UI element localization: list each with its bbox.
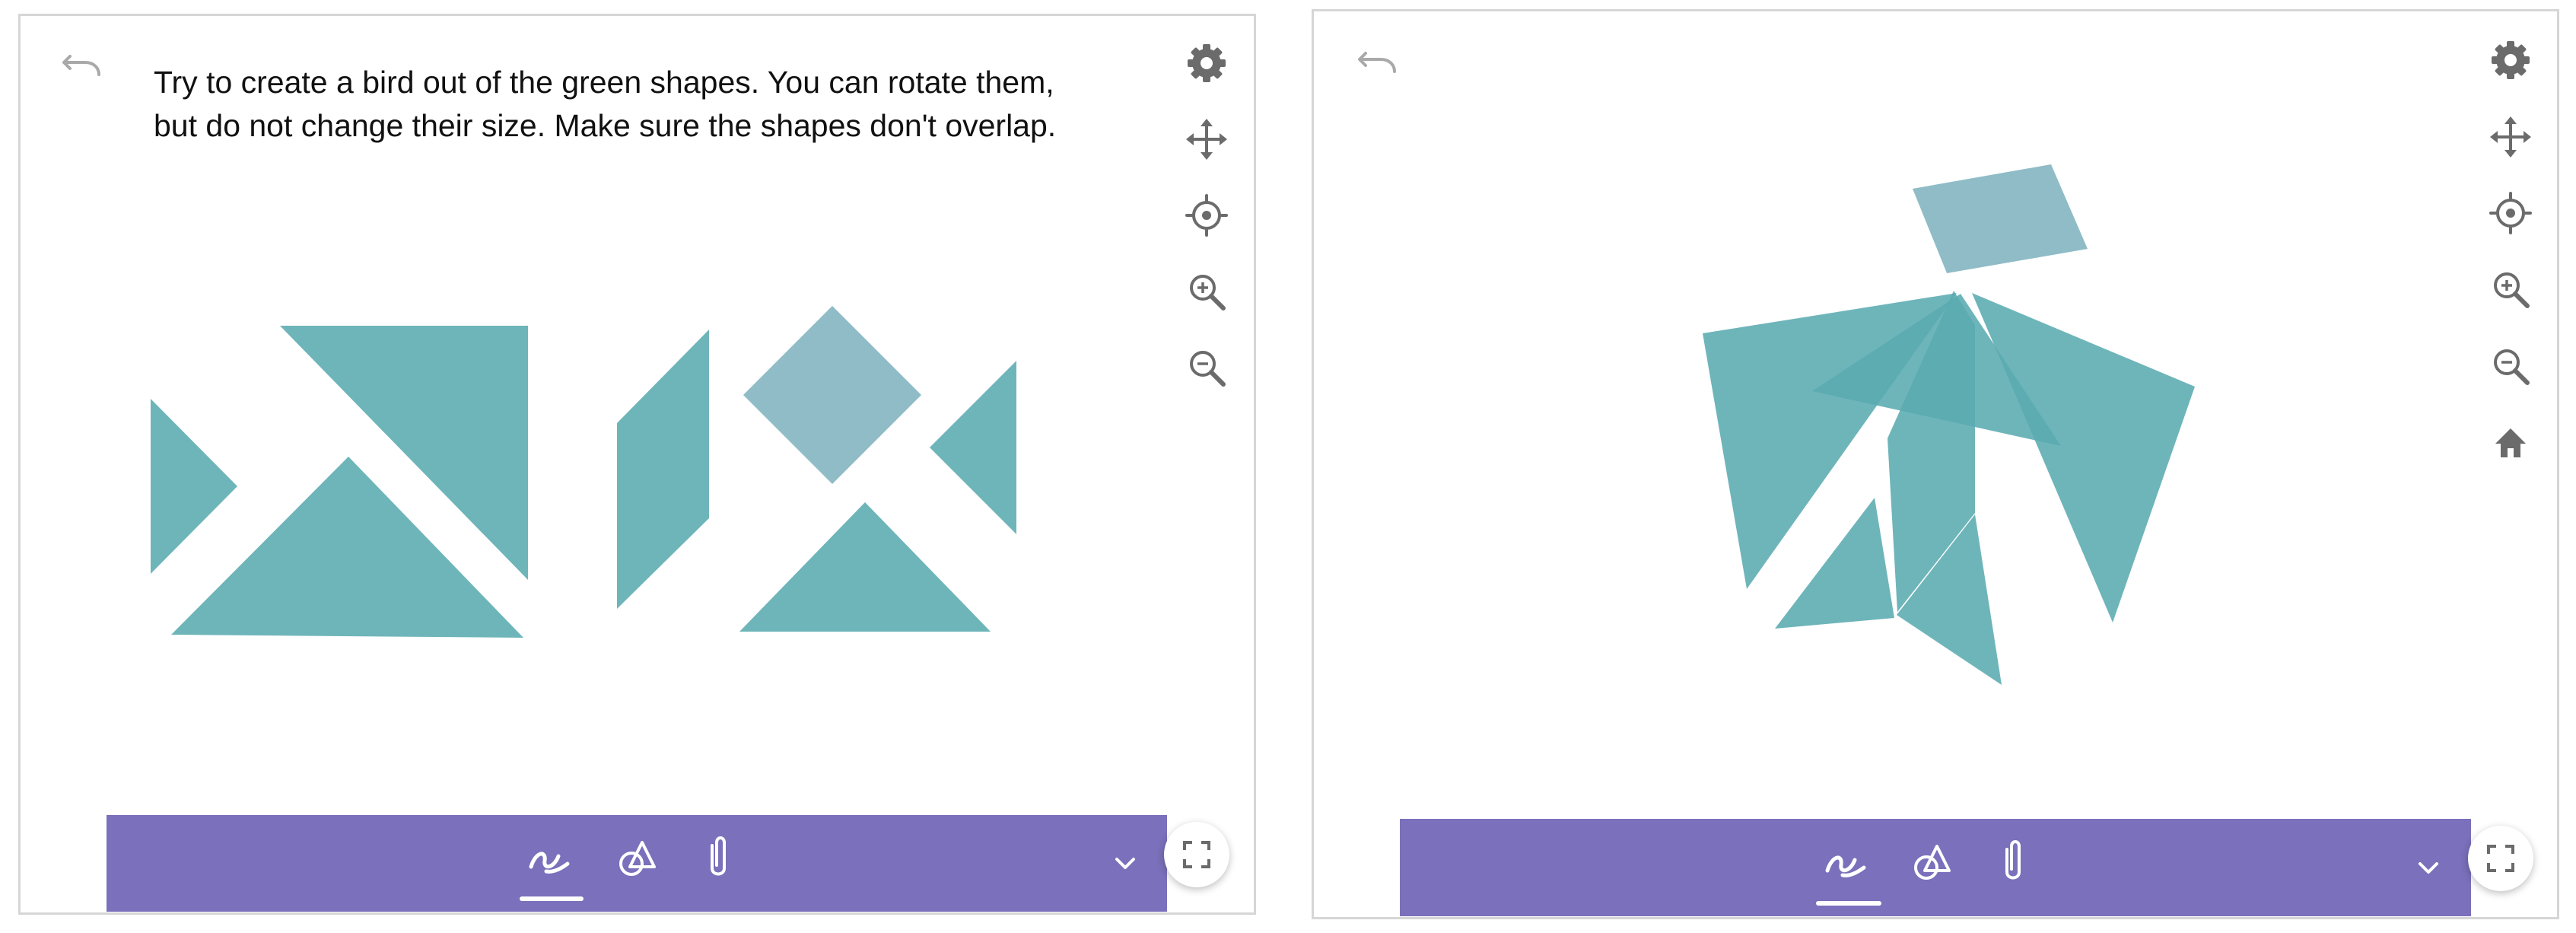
crosshair-icon[interactable] [2484, 186, 2537, 240]
home-icon[interactable] [2484, 417, 2537, 470]
zoom-out-icon[interactable] [1180, 341, 1233, 394]
parallelogram[interactable] [617, 330, 709, 609]
pen-icon[interactable] [1817, 833, 1878, 893]
fullscreen-icon [1183, 841, 1210, 868]
chevron-down-icon[interactable] [2409, 853, 2447, 884]
fullscreen-button[interactable] [1164, 822, 1229, 887]
pen-tab-underline [1816, 901, 1881, 906]
square[interactable] [743, 306, 921, 484]
left-panel: Try to create a bird out of the green sh… [0, 0, 1280, 933]
attach-icon[interactable] [1984, 833, 2045, 893]
fullscreen-button[interactable] [2468, 826, 2533, 891]
tangram-canvas [151, 306, 1016, 638]
chevron-down-icon[interactable] [1106, 849, 1144, 879]
shapes-icon[interactable] [607, 829, 668, 890]
square[interactable] [1913, 164, 2088, 273]
medium-triangle[interactable] [739, 502, 991, 632]
zoom-in-icon[interactable] [2484, 263, 2537, 316]
settings-icon[interactable] [1180, 37, 1233, 90]
pen-icon[interactable] [520, 829, 581, 890]
shapes-icon[interactable] [1902, 833, 1963, 893]
zoom-out-icon[interactable] [2484, 339, 2537, 393]
tangram-canvas [1703, 164, 2195, 685]
right-panel [1296, 0, 2576, 933]
move-icon[interactable] [2484, 110, 2537, 164]
pen-tab-underline [520, 896, 584, 901]
attach-icon[interactable] [689, 829, 750, 890]
bottom-toolbar [1400, 819, 2471, 916]
large-triangle-right[interactable] [1972, 293, 2195, 623]
move-icon[interactable] [1180, 113, 1233, 166]
fullscreen-icon [2487, 845, 2514, 872]
small-triangle-right[interactable] [930, 361, 1016, 534]
small-triangle-left[interactable] [151, 399, 237, 574]
crosshair-icon[interactable] [1180, 189, 1233, 242]
zoom-in-icon[interactable] [1180, 265, 1233, 318]
settings-icon[interactable] [2484, 33, 2537, 87]
bottom-toolbar [107, 815, 1167, 912]
